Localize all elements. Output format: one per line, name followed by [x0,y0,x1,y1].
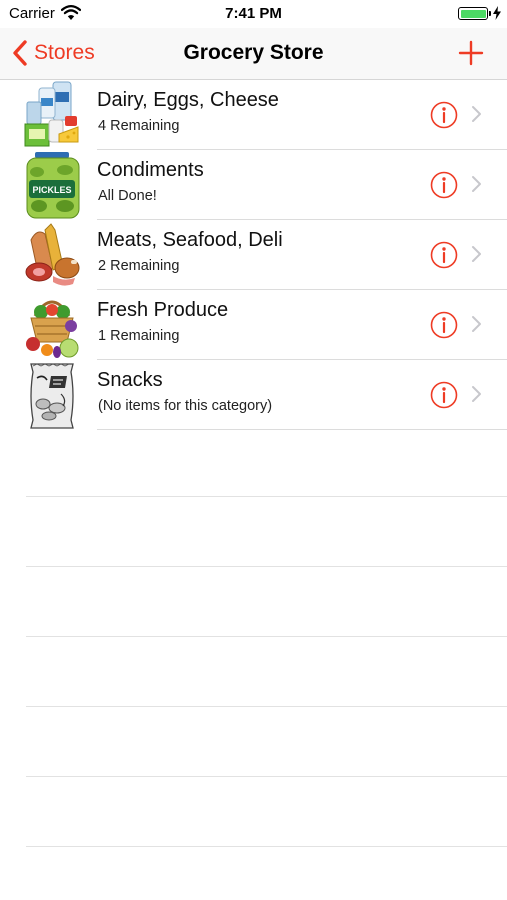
category-row-snacks[interactable]: Snacks (No items for this category) [0,360,507,430]
info-icon[interactable] [430,311,458,339]
chevron-right-icon [472,316,481,332]
meats-icon [25,223,80,286]
empty-row-separator [26,636,507,637]
screen: Carrier 7:41 PM Stores Grocery Store Dai… [0,0,507,900]
category-name: Fresh Produce [97,299,229,321]
category-row-dairy[interactable]: Dairy, Eggs, Cheese 4 Remaining [0,80,507,150]
row-separator [97,429,507,430]
category-name: Dairy, Eggs, Cheese [97,89,279,111]
produce-basket-icon [26,300,79,358]
empty-row-separator [26,846,507,847]
info-icon[interactable] [430,241,458,269]
add-button[interactable] [458,40,484,66]
info-icon[interactable] [430,171,458,199]
category-name: Snacks [97,369,163,391]
category-status: All Done! [98,188,157,204]
category-row-meats[interactable]: Meats, Seafood, Deli 2 Remaining [0,220,507,290]
chevron-right-icon [472,176,481,192]
chips-bag-icon [30,363,74,429]
category-name: Meats, Seafood, Deli [97,229,283,251]
dairy-icon [24,81,79,147]
category-row-condiments[interactable]: PICKLES Condiments All Done! [0,150,507,220]
status-bar: Carrier 7:41 PM [0,0,507,28]
category-list: Dairy, Eggs, Cheese 4 Remaining PICKLES … [0,80,507,430]
category-name: Condiments [97,159,204,181]
charging-bolt-icon [493,6,501,20]
category-status: (No items for this category) [98,398,273,414]
empty-row-separator [26,706,507,707]
battery-icon [458,7,488,20]
empty-row-separator [26,496,507,497]
chevron-right-icon [472,106,481,122]
info-icon[interactable] [430,101,458,129]
battery-nub [489,11,491,16]
category-row-produce[interactable]: Fresh Produce 1 Remaining [0,290,507,360]
navigation-bar: Stores Grocery Store [0,28,507,80]
empty-row-separator [26,566,507,567]
empty-row-separator [26,776,507,777]
info-icon[interactable] [430,381,458,409]
category-status: 1 Remaining [98,328,180,344]
category-status: 2 Remaining [98,258,180,274]
pickles-jar-icon: PICKLES [26,152,80,219]
svg-text:PICKLES: PICKLES [32,185,71,195]
chevron-right-icon [472,386,481,402]
page-title: Grocery Store [183,41,324,64]
chevron-right-icon [472,246,481,262]
category-status: 4 Remaining [98,118,180,134]
clock: 7:41 PM [225,5,282,22]
